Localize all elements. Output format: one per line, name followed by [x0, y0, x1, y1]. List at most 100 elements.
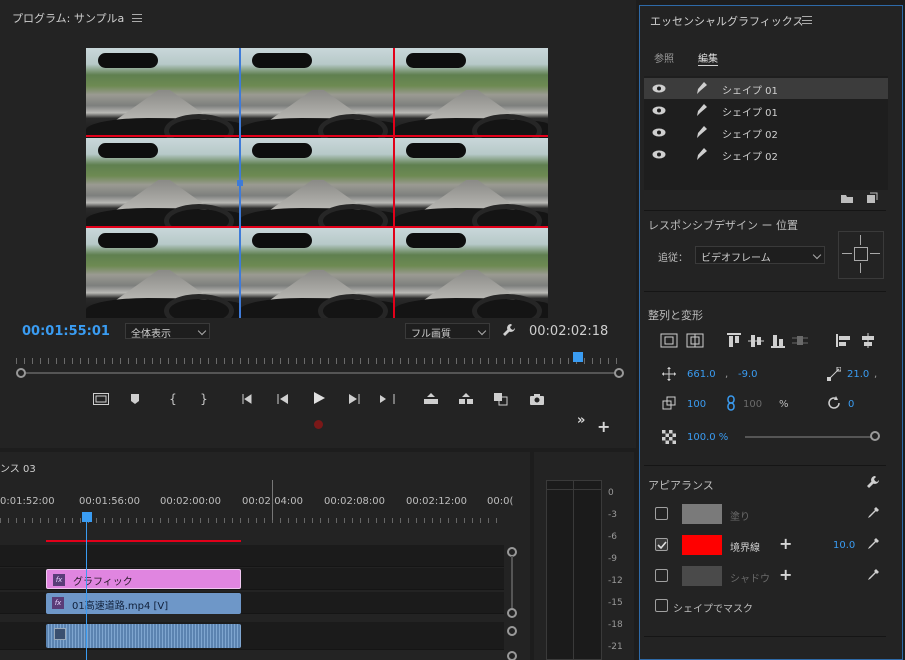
link-scale-icon[interactable] — [726, 395, 736, 411]
scroll-end-handle[interactable] — [614, 368, 624, 378]
lift-icon[interactable] — [420, 390, 442, 408]
essential-graphics-panel: エッセンシャルグラフィックス 参照 編集 シェイプ 01 シェイプ 01 シェイ… — [639, 5, 903, 660]
eyedropper-icon[interactable] — [866, 537, 880, 553]
scroll-start-handle[interactable] — [16, 368, 26, 378]
program-viewer[interactable] — [86, 48, 548, 318]
layer-row[interactable]: シェイプ 02 — [644, 144, 888, 165]
distribute-vertical-icon[interactable] — [792, 333, 808, 348]
timeline-ruler[interactable] — [0, 512, 504, 524]
opacity-slider-handle[interactable] — [870, 431, 880, 441]
fill-checkbox[interactable] — [655, 507, 668, 520]
position-y-value[interactable]: -9.0 — [738, 369, 758, 380]
add-marker-icon[interactable] — [124, 390, 146, 408]
opacity-checker-icon — [662, 430, 676, 444]
go-to-out-icon[interactable] — [377, 390, 399, 408]
button-editor-plus-icon[interactable]: + — [597, 419, 610, 435]
zoom-dropdown[interactable]: 全体表示 — [125, 323, 210, 340]
render-bar — [46, 540, 241, 542]
align-bottom-icon[interactable] — [770, 333, 786, 348]
red-guide-line — [86, 135, 548, 137]
align-center-icon[interactable] — [860, 333, 876, 348]
timeline-playhead-handle[interactable] — [82, 512, 92, 522]
eye-icon[interactable] — [652, 150, 666, 159]
audio-clip[interactable] — [46, 624, 241, 648]
tab-edit[interactable]: 編集 — [698, 50, 718, 65]
ruler-marker-line — [272, 480, 273, 520]
graphic-clip[interactable]: fx グラフィック — [46, 569, 241, 589]
shadow-label: シャドウ — [730, 574, 770, 585]
tab-browse[interactable]: 参照 — [654, 50, 674, 65]
video-frame-tile — [394, 138, 548, 228]
opacity-slider[interactable] — [745, 436, 875, 438]
play-icon[interactable] — [308, 389, 330, 407]
panel-menu-icon[interactable] — [802, 16, 812, 24]
layer-row[interactable]: シェイプ 01 — [644, 78, 888, 99]
eye-icon[interactable] — [652, 128, 666, 137]
folder-icon[interactable] — [840, 193, 854, 204]
step-back-icon[interactable] — [272, 390, 294, 408]
meter-scale-label: -9 — [608, 554, 617, 564]
stroke-color-swatch[interactable] — [682, 535, 722, 555]
shadow-color-swatch[interactable] — [682, 566, 722, 586]
video-clip[interactable]: fx 01高速道路.mp4 [V] — [46, 593, 241, 614]
align-horizontal-center-frame-icon[interactable] — [686, 333, 704, 348]
add-shadow-icon[interactable]: + — [779, 567, 792, 583]
layer-row[interactable]: シェイプ 02 — [644, 122, 888, 143]
eyedropper-icon[interactable] — [866, 568, 880, 584]
meter-scale-label: -15 — [608, 598, 623, 608]
video-frame-tile — [240, 48, 394, 138]
eyedropper-icon[interactable] — [866, 506, 880, 522]
eye-icon[interactable] — [652, 106, 666, 115]
align-middle-icon[interactable] — [748, 333, 764, 348]
pin-anchor-selector[interactable] — [838, 231, 884, 279]
position-x-value[interactable]: 661.0 — [687, 369, 716, 380]
rotation-value[interactable]: 0 — [848, 399, 854, 410]
extract-icon[interactable] — [455, 390, 477, 408]
compare-view-icon[interactable] — [490, 390, 512, 408]
mark-in-icon[interactable]: { — [162, 390, 184, 408]
anchor-value[interactable]: 21.0 — [847, 369, 869, 380]
stroke-checkbox[interactable] — [655, 538, 668, 551]
timeline-panel: ンス 03 0:01:52:00 00:01:56:00 00:02:00:00… — [0, 452, 530, 660]
pen-shape-icon — [697, 148, 707, 160]
align-left-icon[interactable] — [836, 333, 852, 348]
export-frame-icon[interactable] — [526, 390, 548, 408]
add-stroke-icon[interactable]: + — [779, 536, 792, 552]
go-to-in-icon[interactable] — [238, 390, 260, 408]
wrench-icon[interactable] — [502, 323, 516, 340]
pin-to-dropdown[interactable]: ビデオフレーム — [695, 246, 825, 264]
shadow-checkbox[interactable] — [655, 569, 668, 582]
new-layer-icon[interactable] — [866, 192, 878, 204]
graphic-clip-label: グラフィック — [73, 577, 133, 588]
mark-out-icon[interactable]: } — [193, 390, 215, 408]
align-vertical-center-frame-icon[interactable] — [660, 333, 678, 348]
shape-handle[interactable] — [237, 180, 243, 186]
audio-meters-panel: 0 -3 -6 -9 -12 -15 -18 -21 — [534, 452, 634, 660]
align-top-icon[interactable] — [726, 333, 742, 348]
eye-icon[interactable] — [652, 84, 666, 93]
section-divider — [644, 291, 886, 292]
safe-margins-icon[interactable] — [90, 390, 112, 408]
quality-dropdown[interactable]: フル画質 — [405, 323, 490, 340]
track-v3 — [0, 545, 504, 567]
fill-color-swatch[interactable] — [682, 504, 722, 524]
record-icon[interactable] — [314, 420, 323, 429]
current-timecode[interactable]: 00:01:55:01 — [22, 324, 110, 339]
playhead-marker[interactable] — [573, 352, 583, 362]
track-scroll-handle[interactable] — [507, 651, 517, 660]
track-scroll-handle[interactable] — [507, 608, 517, 618]
scale-value[interactable]: 100 — [687, 399, 706, 410]
wrench-icon[interactable] — [866, 475, 880, 489]
mask-with-shape-checkbox[interactable] — [655, 599, 668, 612]
opacity-value[interactable]: 100.0 % — [687, 432, 728, 443]
stroke-width-value[interactable]: 10.0 — [833, 540, 855, 551]
panel-menu-icon[interactable] — [132, 14, 142, 22]
program-time-ruler[interactable] — [16, 352, 624, 366]
sequence-tab[interactable]: ンス 03 — [0, 460, 36, 475]
layer-row[interactable]: シェイプ 01 — [644, 100, 888, 121]
step-forward-icon[interactable] — [343, 390, 365, 408]
position-move-icon — [662, 367, 676, 381]
track-scroll-handle[interactable] — [507, 626, 517, 636]
more-controls-icon[interactable]: » — [577, 413, 585, 428]
program-zoom-scrollbar[interactable] — [16, 368, 624, 378]
